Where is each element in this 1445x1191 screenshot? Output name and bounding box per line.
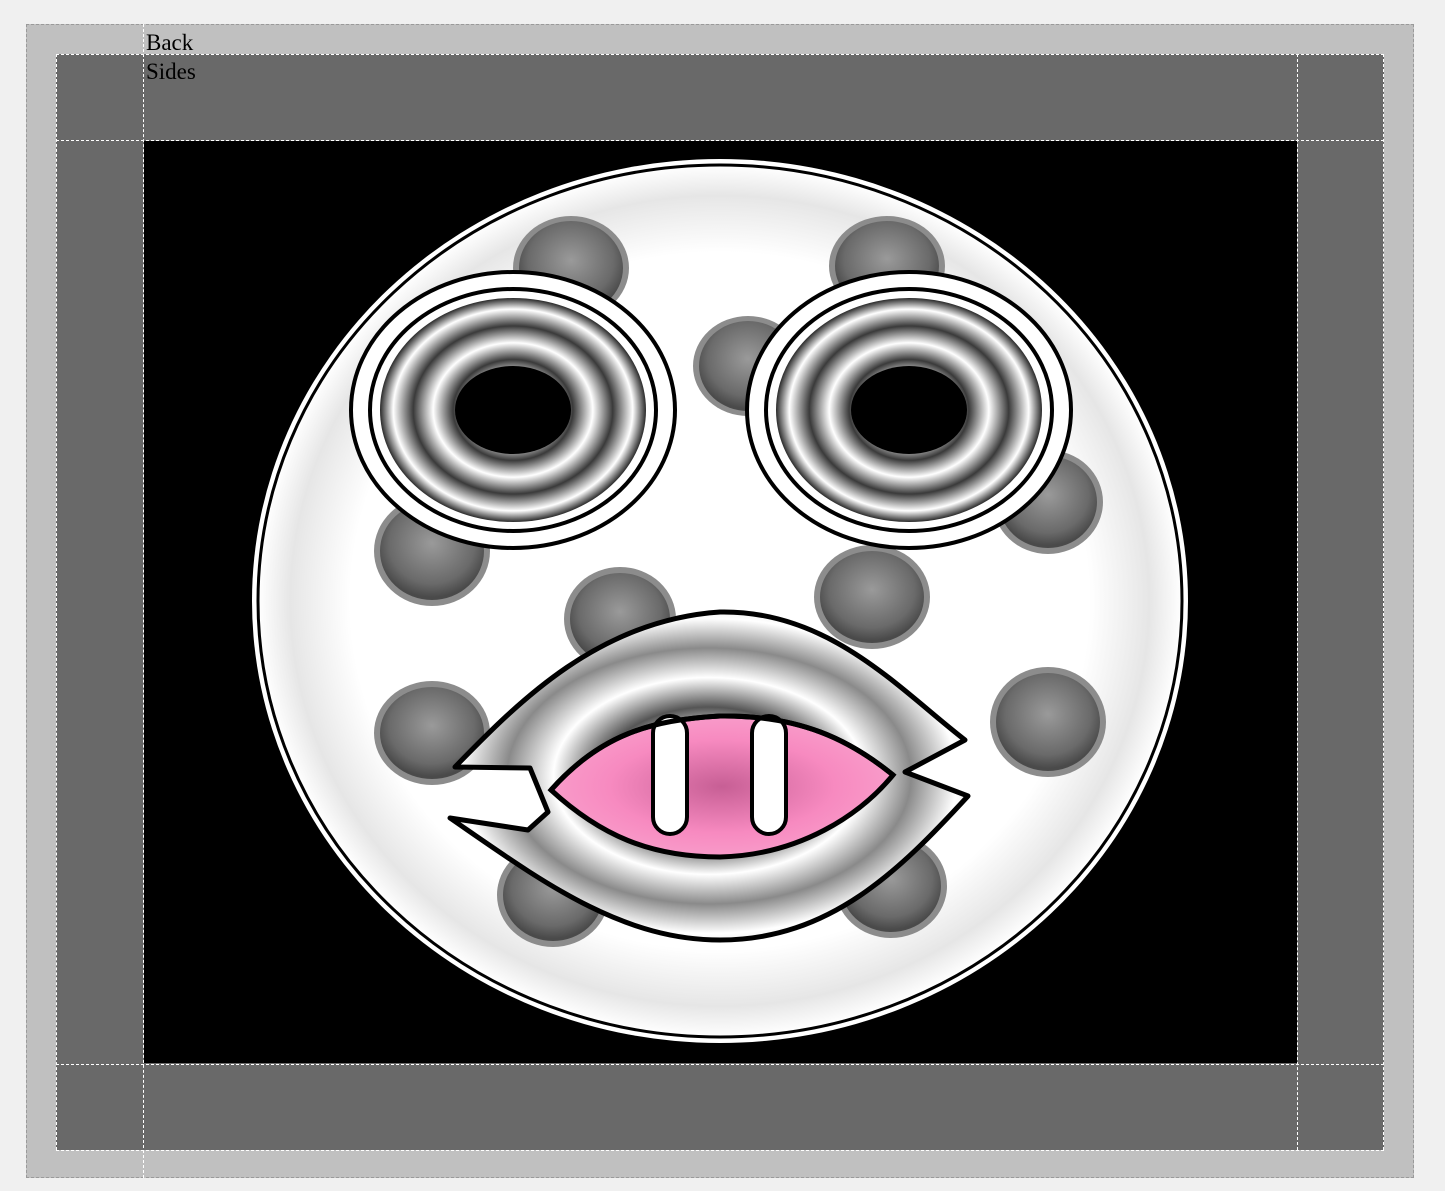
eye-icon [745,270,1073,550]
sides-label: Sides [146,59,196,84]
tooth-icon [750,714,788,836]
tooth-icon [651,714,689,836]
face-icon [252,159,1188,1043]
eye-icon [349,270,677,550]
back-label: Back [146,30,194,55]
